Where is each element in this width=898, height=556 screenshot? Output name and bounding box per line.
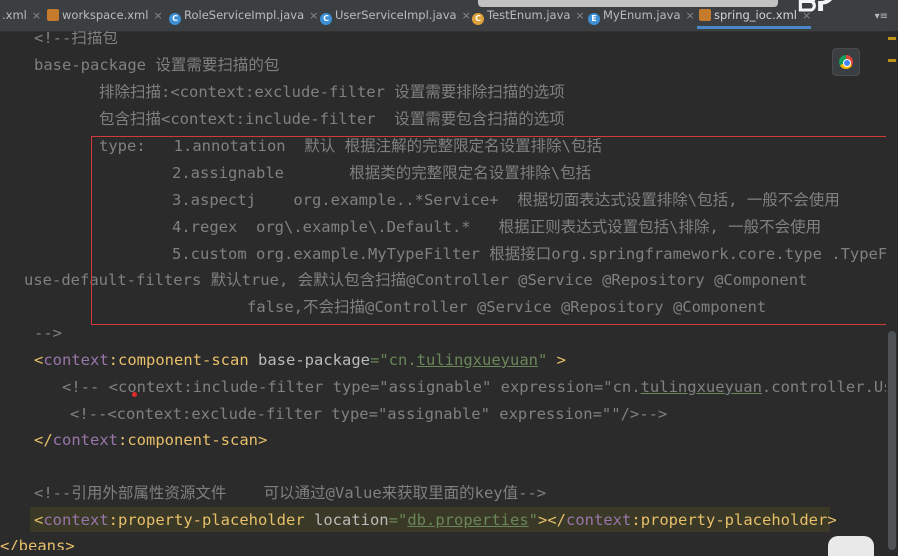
tab-overflow-menu-icon[interactable]: ▾≡: [875, 11, 888, 22]
java-enum-icon: E: [588, 13, 600, 25]
code-editor[interactable]: <!--扫描包 base-package 设置需要扫描的包 排除扫描:<cont…: [0, 31, 886, 550]
tab-label: MyEnum.java: [603, 8, 681, 22]
tab-label: TestEnum.java: [487, 8, 571, 22]
xml-file-icon: [47, 9, 59, 21]
close-icon[interactable]: ×: [575, 9, 584, 22]
java-class-icon: C: [320, 13, 332, 25]
close-icon[interactable]: ×: [309, 9, 318, 22]
code-line-16: </context:component-scan>: [34, 431, 268, 449]
code-line-4: 包含扫描<context:include-filter 设置需要包含扫描的选项: [99, 110, 565, 128]
tab-testenum[interactable]: C TestEnum.java ×: [470, 6, 585, 26]
tab-workspace-xml[interactable]: workspace.xml ×: [45, 6, 163, 26]
tab-xml[interactable]: .xml ×: [0, 6, 41, 26]
editor-scrollbar[interactable]: [886, 31, 898, 550]
tab-label: UserServiceImpl.java: [335, 8, 457, 22]
java-class-icon: C: [169, 13, 181, 25]
tab-label: .xml: [2, 8, 27, 22]
code-line-1: <!--扫描包: [34, 31, 118, 47]
tab-myenum[interactable]: E MyEnum.java ×: [586, 6, 695, 26]
code-line-18: <context:property-placeholder location="…: [34, 511, 837, 529]
xml-file-icon: [699, 9, 711, 21]
tab-label: workspace.xml: [62, 8, 149, 22]
pointer-dot: [132, 392, 137, 397]
open-in-browser-icon[interactable]: [832, 48, 860, 76]
error-stripe-mark[interactable]: [888, 37, 896, 40]
tab-roleserviceimpl[interactable]: C RoleServiceImpl.java ×: [167, 6, 318, 26]
code-line-3: 排除扫描:<context:exclude-filter 设置需要排除扫描的选项: [99, 83, 565, 101]
scrollbar-thumb[interactable]: [888, 331, 896, 550]
mascot-icon: [828, 536, 874, 556]
code-line-17: <!--引用外部属性资源文件 可以通过@Value来获取里面的key值-->: [34, 484, 547, 502]
code-line-15: <!--<context:exclude-filter type="assign…: [70, 405, 668, 423]
annotation-highlight-box: [91, 136, 886, 325]
tab-spring-ioc-xml[interactable]: spring_ioc.xml ×: [697, 6, 812, 29]
code-line-13: <context:component-scan base-package="cn…: [34, 351, 567, 369]
close-icon[interactable]: ×: [153, 9, 162, 22]
java-test-class-icon: C: [472, 13, 484, 25]
close-icon[interactable]: ×: [686, 9, 695, 22]
code-line-2: base-package 设置需要扫描的包: [34, 56, 280, 74]
tab-userserviceimpl[interactable]: C UserServiceImpl.java ×: [318, 6, 471, 26]
video-overlay-banner: [478, 0, 778, 7]
watermark-logo: ᗷᓮ: [798, 0, 835, 18]
close-icon[interactable]: ×: [32, 9, 41, 22]
code-line-19: </beans>: [0, 537, 75, 550]
tab-label: spring_ioc.xml: [714, 8, 797, 22]
code-line-12: -->: [34, 324, 62, 342]
error-stripe-mark[interactable]: [888, 59, 896, 62]
code-line-14: <!-- <context:include-filter type="assig…: [62, 378, 886, 396]
tab-label: RoleServiceImpl.java: [184, 8, 305, 22]
